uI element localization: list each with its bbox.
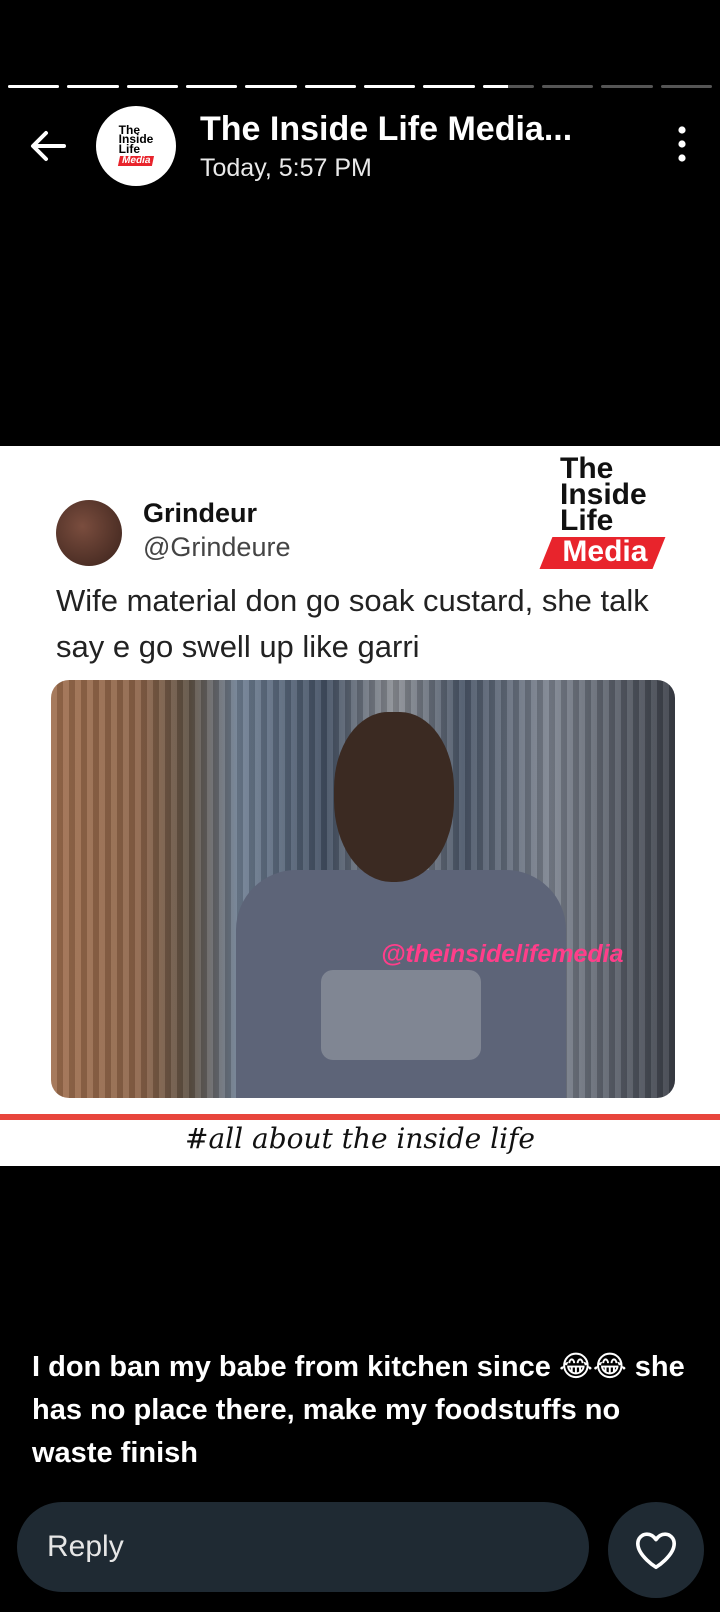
more-vertical-icon[interactable] [672, 124, 692, 164]
reply-placeholder: Reply [47, 1530, 124, 1563]
divider-line [0, 1114, 720, 1120]
like-button[interactable] [608, 1502, 704, 1598]
story-progress-segment [67, 85, 119, 88]
story-header: The Inside Life Media The Inside Life Me… [0, 102, 720, 188]
account-avatar[interactable]: The Inside Life Media [96, 106, 176, 186]
account-name[interactable]: The Inside Life Media... [200, 110, 572, 149]
story-caption: I don ban my babe from kitchen since 😂😂 … [32, 1351, 685, 1469]
story-progress-segment [363, 85, 416, 88]
tweet-author-handle: @Grindeure [143, 532, 291, 562]
story-progress-segment [482, 85, 534, 88]
meme-photo: @theinsidelifemedia [51, 680, 675, 1098]
story-progress-segment [660, 85, 712, 88]
story-progress-segment [541, 85, 594, 88]
story-progress-segment [304, 85, 356, 88]
tweet-author-name: Grindeur [143, 498, 258, 528]
watermark-text: @theinsidelifemedia [381, 940, 624, 968]
reply-input[interactable]: Reply [17, 1502, 589, 1592]
story-media[interactable]: The Inside Life Media Grindeur @Grindeur… [0, 446, 720, 1166]
story-progress-segment [8, 85, 60, 88]
brand-logo: The Inside Life Media [539, 454, 700, 570]
hashtag-text: #all about the inside life [185, 1122, 535, 1155]
story-progress-segment [126, 85, 178, 88]
story-timestamp: Today, 5:57 PM [200, 154, 372, 182]
story-progress-segment [245, 85, 297, 88]
back-arrow-icon[interactable] [26, 124, 70, 168]
heart-icon [635, 1532, 676, 1570]
story-progress-bar [8, 85, 712, 89]
tweet-avatar [56, 500, 122, 566]
story-progress-segment [423, 85, 475, 88]
tweet-text: Wife material don go soak custard, she t… [56, 583, 649, 664]
story-progress-segment [185, 85, 238, 88]
story-progress-segment [601, 85, 653, 88]
avatar-logo: The Inside Life Media [117, 123, 155, 167]
